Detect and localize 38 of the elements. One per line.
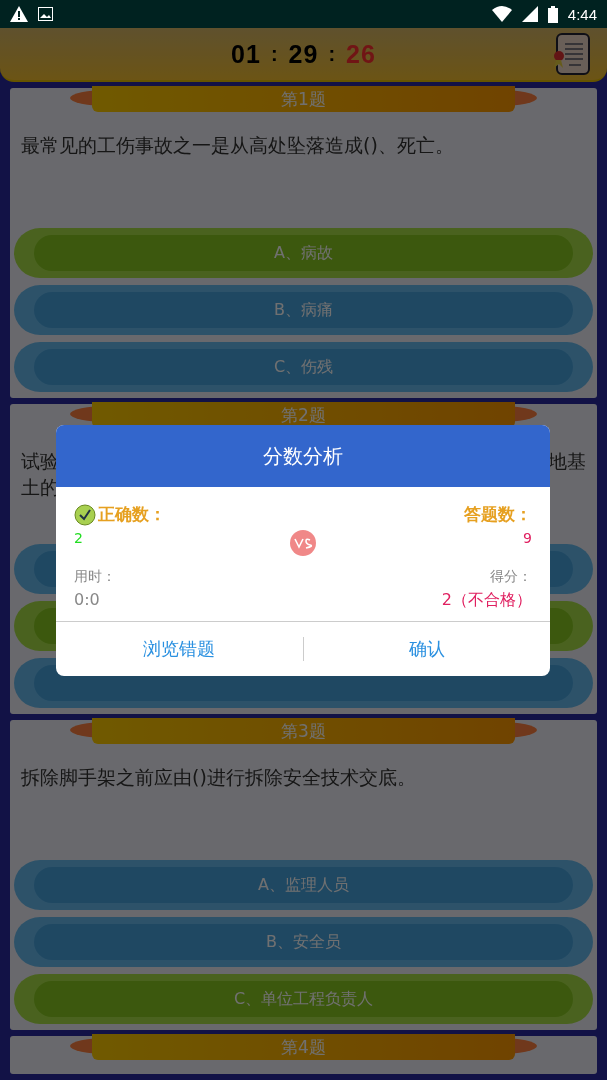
image-icon (38, 7, 53, 21)
battery-icon (547, 5, 558, 23)
answer-option[interactable]: A、监理人员 (14, 860, 593, 910)
field-label: 正确数： (98, 503, 166, 526)
timer-digits: 26 (346, 39, 376, 69)
wifi-icon (491, 6, 512, 22)
question-text: 拆除脚手架之前应由()进行拆除安全技术交底。 (21, 766, 416, 788)
total-count: 9 (523, 530, 532, 548)
question-number-ribbon: 第1题 (92, 86, 515, 112)
answer-option[interactable]: C、伤残 (14, 342, 593, 392)
field-label: 用时： (74, 568, 117, 586)
score-value: 2（不合格） (441, 590, 532, 611)
timer-digits: 29 (288, 39, 319, 69)
field-label: 答题数： (464, 503, 532, 526)
answer-option[interactable]: A、病故 (14, 228, 593, 278)
checkmark-icon (74, 503, 96, 526)
clock-time: 4:44 (567, 5, 597, 23)
question-text: 最常见的工伤事故之一是从高处坠落造成()、死亡。 (21, 134, 454, 156)
correct-count: 2 (74, 530, 84, 548)
time-value: 0:0 (74, 590, 101, 611)
question-text: 地基 (548, 449, 586, 474)
answer-option[interactable]: B、安全员 (14, 917, 593, 967)
answer-option[interactable]: C、单位工程负责人 (14, 974, 593, 1024)
dialog-title: 分数分析 (56, 425, 550, 487)
timer-separator: : (328, 42, 337, 66)
field-label: 得分： (490, 568, 532, 586)
certificate-icon[interactable] (551, 32, 593, 78)
versus-icon (290, 530, 316, 556)
warning-icon (10, 6, 28, 22)
timer-digits: 01 (231, 39, 261, 69)
timer-separator: : (270, 42, 279, 66)
signal-icon (521, 6, 538, 22)
question-number-ribbon: 第2题 (92, 402, 515, 428)
dialog-button[interactable]: 浏览错题 (56, 622, 303, 676)
question-number-ribbon: 第4题 (92, 1034, 515, 1060)
question-number-ribbon: 第3题 (92, 718, 515, 744)
answer-option[interactable]: B、病痛 (14, 285, 593, 335)
dialog-button[interactable]: 确认 (303, 622, 550, 676)
